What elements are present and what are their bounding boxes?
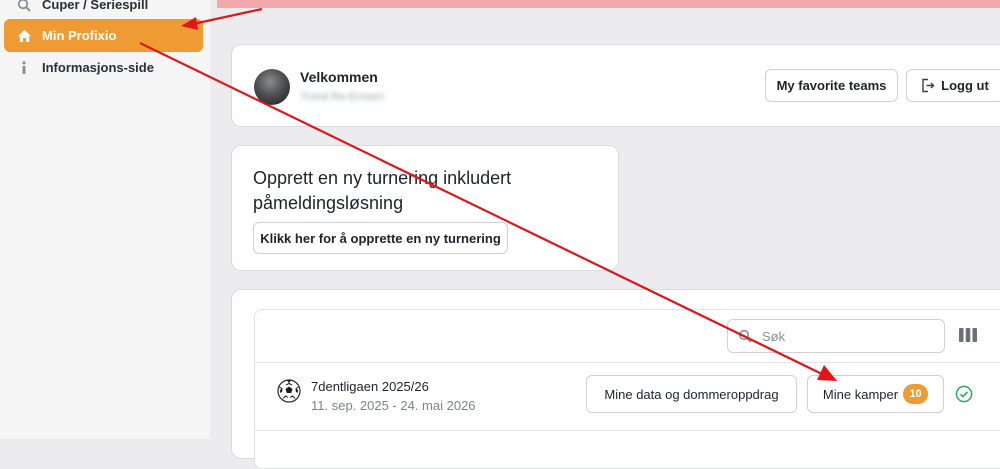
divider <box>255 362 1000 363</box>
matches-count-badge: 10 <box>903 384 929 404</box>
tournament-dates: 11. sep. 2025 - 24. mai 2026 <box>311 398 476 413</box>
search-icon <box>738 329 752 343</box>
my-data-button[interactable]: Mine data og dommeroppdrag <box>586 375 797 413</box>
main-content: Velkommen Trond Re-Ernsen My favorite te… <box>217 0 1000 469</box>
logout-icon <box>921 78 935 93</box>
divider <box>255 430 1000 431</box>
sidebar-item-label: Informasjons-side <box>42 60 154 75</box>
check-circle-icon <box>955 385 973 403</box>
sidebar-item-min-profixio[interactable]: Min Profixio <box>4 19 203 52</box>
user-name: Trond Re-Ernsen <box>300 91 384 103</box>
welcome-title: Velkommen <box>300 69 378 85</box>
sidebar-item-label: Min Profixio <box>42 28 117 43</box>
logout-button[interactable]: Logg ut <box>906 69 1000 102</box>
sidebar: Cuper / Seriespill Min Profixio Informas… <box>0 0 210 439</box>
tournament-name[interactable]: 7dentligaen 2025/26 <box>311 379 429 394</box>
tournaments-card: 7dentligaen 2025/26 11. sep. 2025 - 24. … <box>231 289 1000 469</box>
home-icon <box>16 28 32 44</box>
columns-icon[interactable] <box>959 328 977 342</box>
sidebar-item-label: Cuper / Seriespill <box>42 0 149 12</box>
alert-banner <box>217 0 1000 8</box>
tournaments-table: 7dentligaen 2025/26 11. sep. 2025 - 24. … <box>254 309 1000 469</box>
avatar[interactable] <box>254 69 290 105</box>
info-icon <box>16 60 32 76</box>
create-tournament-card: Opprett en ny turnering inkludert påmeld… <box>231 145 619 271</box>
welcome-card: Velkommen Trond Re-Ernsen My favorite te… <box>231 44 1000 127</box>
create-tournament-button[interactable]: Klikk her for å opprette en ny turnering <box>253 222 508 254</box>
favorite-teams-button[interactable]: My favorite teams <box>765 69 898 102</box>
logout-label: Logg ut <box>941 78 989 93</box>
search-icon <box>16 0 32 13</box>
my-matches-button[interactable]: Mine kamper 10 <box>807 375 944 413</box>
create-tournament-title: Opprett en ny turnering inkludert påmeld… <box>253 168 512 213</box>
sidebar-item-cuper[interactable]: Cuper / Seriespill <box>4 0 203 21</box>
sidebar-item-informasjon[interactable]: Informasjons-side <box>4 51 203 84</box>
my-matches-label: Mine kamper <box>822 386 899 402</box>
search-field[interactable] <box>727 319 945 353</box>
search-input[interactable] <box>760 327 914 345</box>
soccer-ball-icon <box>277 379 301 403</box>
